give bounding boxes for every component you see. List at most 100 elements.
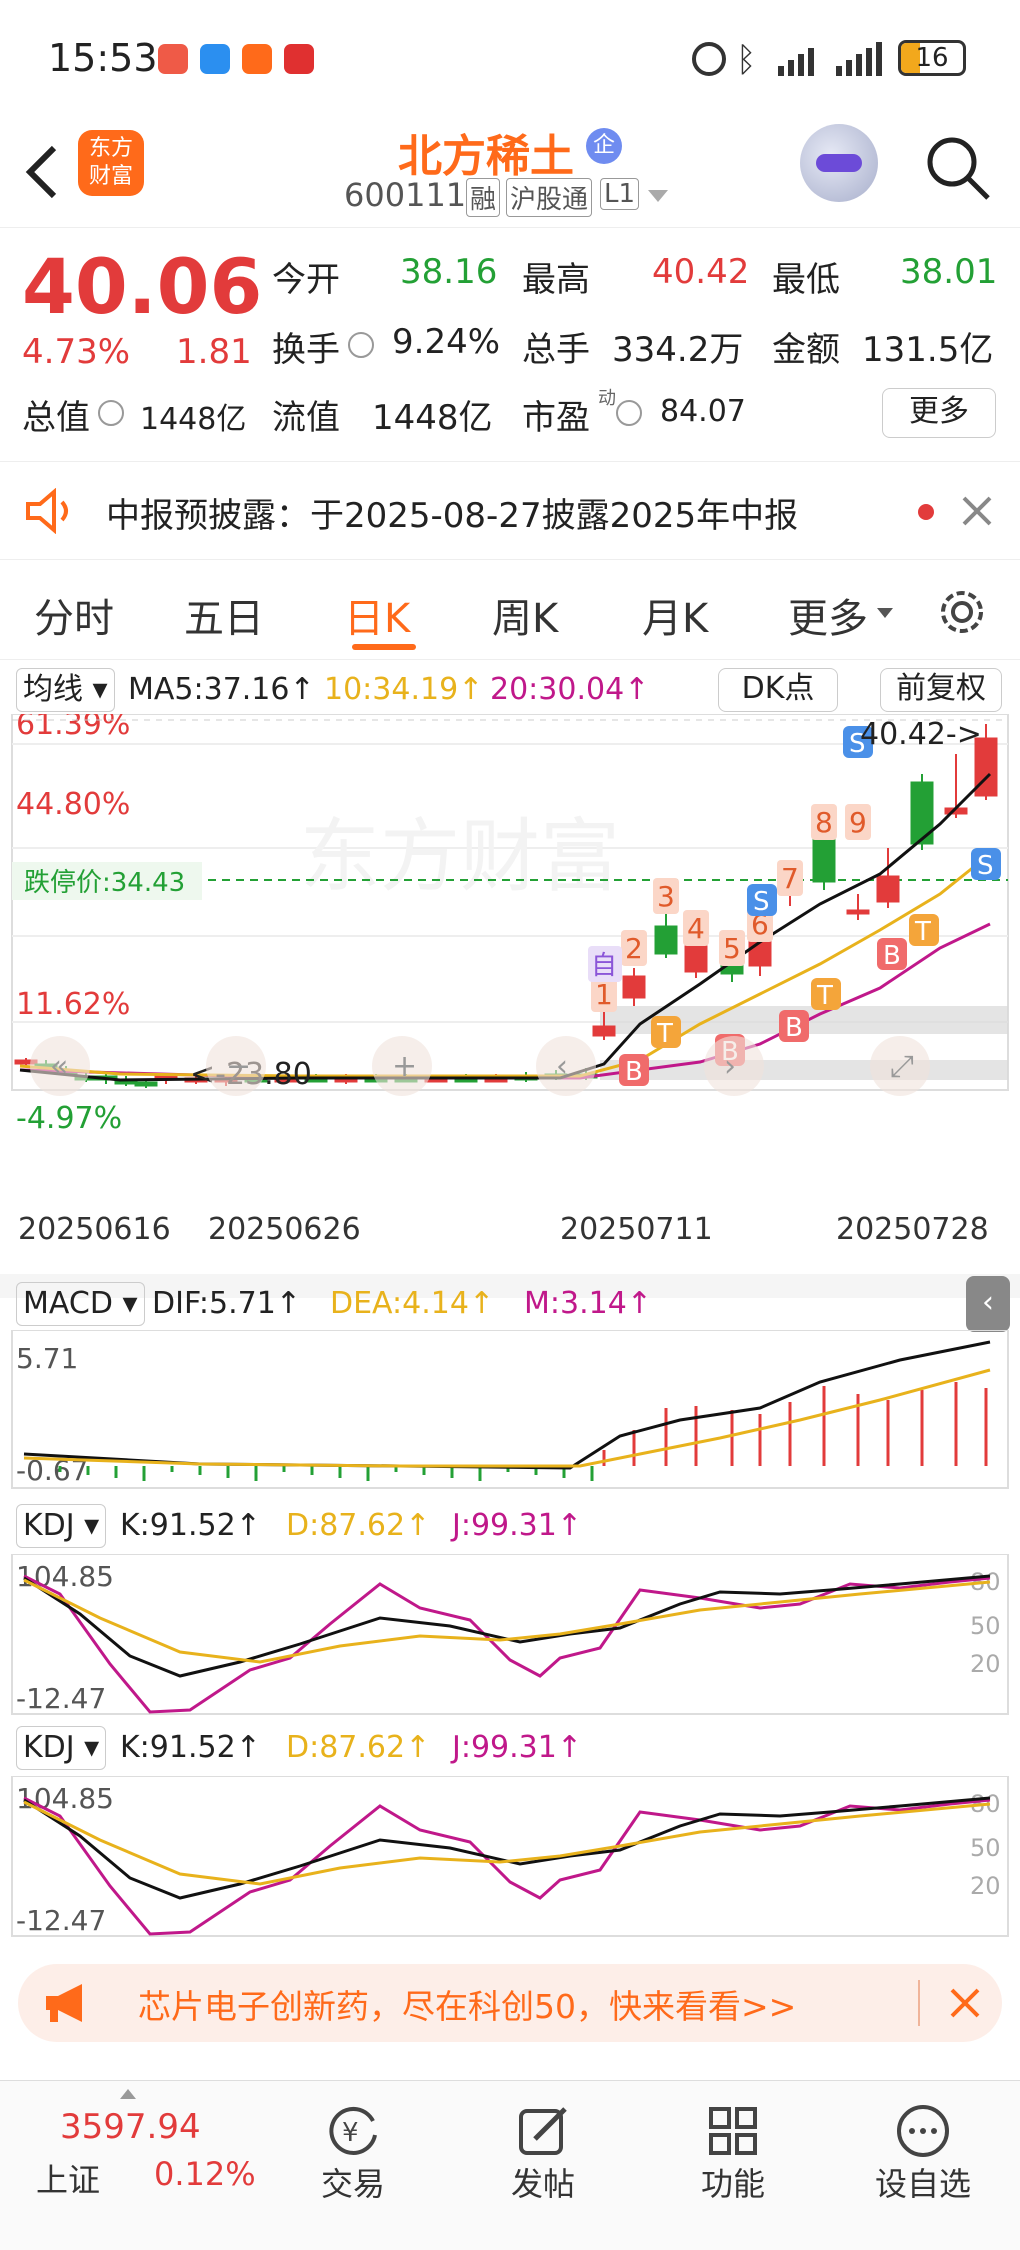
assistant-avatar[interactable] xyxy=(800,124,878,202)
y-axis-label: 11.62% xyxy=(16,987,130,1022)
macd-dea-line xyxy=(23,1368,991,1468)
date-label: 20250626 xyxy=(208,1212,361,1247)
more-button[interactable]: 更多 xyxy=(882,388,996,438)
trade-icon: ¥ xyxy=(329,2106,377,2155)
signal-marker-text: S xyxy=(753,887,770,917)
volume-value: 334.2万 xyxy=(612,330,744,370)
info-icon[interactable] xyxy=(98,400,124,426)
ma-selector[interactable]: 均线 ▾ xyxy=(16,668,115,712)
nav-add-watchlist[interactable]: 设自选 xyxy=(858,2089,988,2205)
kdj-chart[interactable]: 104.85-12.47805020 xyxy=(0,1776,1020,1940)
float-value: 1448亿 xyxy=(372,398,493,438)
status-bar: 15:53 ᛒ 16 xyxy=(0,0,1020,120)
index-name[interactable]: 上证 xyxy=(36,2155,100,2201)
dk-point-button[interactable]: DK点 xyxy=(718,668,838,712)
unread-dot xyxy=(918,504,934,520)
signal-marker-text: B xyxy=(883,941,901,971)
kdj-frame xyxy=(11,1776,1009,1937)
nav-functions[interactable]: 功能 xyxy=(668,2089,798,2205)
enterprise-badge: 企 xyxy=(586,128,622,164)
tab-daily-k[interactable]: 日K xyxy=(344,586,410,644)
macd-chart[interactable]: 5.71-0.67 xyxy=(0,1330,1020,1490)
zoom-control-icon: ‹ xyxy=(556,1049,568,1084)
signal-number: 4 xyxy=(687,912,705,945)
grid-icon xyxy=(709,2107,757,2155)
nav-trade[interactable]: ¥ 交易 xyxy=(288,2089,418,2205)
date-label: 20250616 xyxy=(18,1212,171,1247)
turnover-value: 9.24% xyxy=(392,322,501,362)
info-icon[interactable] xyxy=(616,400,642,426)
high-label: 最高 xyxy=(522,260,590,300)
stock-code: 600111 xyxy=(344,176,467,214)
tag-connect: 沪股通 xyxy=(506,178,593,217)
tab-more[interactable]: 更多 xyxy=(788,586,868,644)
close-icon[interactable] xyxy=(948,1986,982,2020)
zoom-control-icon: › xyxy=(724,1049,736,1084)
candle-body xyxy=(684,945,708,973)
signal-marker-text: S xyxy=(977,851,994,881)
candle-body xyxy=(654,925,678,955)
kdj-selector[interactable]: KDJ ▾ xyxy=(16,1504,107,1548)
candle-body xyxy=(876,875,900,903)
kdj-ref-label: 20 xyxy=(970,1650,1001,1678)
kdj-ref-label: 20 xyxy=(970,1872,1001,1900)
notification-icon xyxy=(158,44,188,74)
gear-icon[interactable] xyxy=(936,586,988,638)
pe-dynamic-tag: 动 xyxy=(598,388,616,409)
alarm-icon xyxy=(692,42,726,76)
bluetooth-icon: ᛒ xyxy=(736,40,757,80)
tab-weekly-k[interactable]: 周K xyxy=(492,586,558,644)
adjust-button[interactable]: 前复权 xyxy=(880,668,1002,712)
high-value: 40.42 xyxy=(652,252,750,292)
kdj-chart[interactable]: 104.85-12.47805020 xyxy=(0,1554,1020,1718)
collapse-panel-button[interactable]: ‹ xyxy=(966,1276,1010,1332)
kdj-k-line xyxy=(23,1574,991,1678)
message-icon xyxy=(200,44,230,74)
volume-label: 总手 xyxy=(522,330,590,370)
y-axis-label: 61.39% xyxy=(16,714,130,742)
notice-bar[interactable]: 中报预披露：于2025-08-27披露2025年中报 xyxy=(0,462,1020,560)
tab-intraday[interactable]: 分时 xyxy=(34,586,114,644)
tab-monthly-k[interactable]: 月K xyxy=(642,586,708,644)
macd-top-label: 5.71 xyxy=(16,1342,78,1375)
high-marker: 40.42-> xyxy=(860,717,982,752)
edit-icon xyxy=(519,2107,567,2155)
signal-number: 1 xyxy=(595,978,613,1011)
macd-m: M:3.14↑ xyxy=(524,1286,652,1321)
kdj-selector[interactable]: KDJ ▾ xyxy=(16,1726,107,1770)
kline-chart[interactable]: 东方财富61.39%44.80%28.21%11.62%-4.97%跌停价:34… xyxy=(0,714,1020,1144)
index-value[interactable]: 3597.94 xyxy=(60,2107,201,2147)
macd-dif: DIF:5.71↑ xyxy=(152,1286,301,1321)
back-icon[interactable] xyxy=(22,142,62,202)
open-value: 38.16 xyxy=(400,252,498,292)
search-icon[interactable] xyxy=(922,132,994,204)
y-axis-label: 44.80% xyxy=(16,787,130,822)
signal-marker-text: B xyxy=(625,1057,643,1087)
tab-five-day[interactable]: 五日 xyxy=(184,586,264,644)
chevron-down-icon[interactable] xyxy=(646,186,670,206)
limit-down-label: 跌停价:34.43 xyxy=(24,868,185,898)
kdj-d: D:87.62↑ xyxy=(286,1730,431,1765)
chart-area: 均线 ▾ MA5:37.16↑ 10:34.19↑ 20:30.04↑ DK点 … xyxy=(0,660,1020,1940)
close-icon[interactable] xyxy=(960,494,994,528)
candle-body xyxy=(910,781,934,845)
promo-banner[interactable]: 芯片电子创新药，尽在科创50，快来看看>> xyxy=(18,1964,1002,2042)
pe-value: 84.07 xyxy=(660,394,746,429)
index-change[interactable]: 0.12% xyxy=(154,2155,256,2193)
signal-marker-text: T xyxy=(914,917,931,947)
macd-selector[interactable]: MACD ▾ xyxy=(16,1282,145,1326)
news-icon xyxy=(284,44,314,74)
candle-body xyxy=(812,833,836,883)
info-icon[interactable] xyxy=(348,332,374,358)
self-tag: 自 xyxy=(591,951,617,981)
candle-body xyxy=(622,975,646,999)
nav-post[interactable]: 发帖 xyxy=(478,2089,608,2205)
date-label: 20250728 xyxy=(836,1212,989,1247)
chevron-up-icon[interactable] xyxy=(118,2087,138,2101)
total-value-label: 总值 xyxy=(22,398,90,438)
zoom-control-icon: « xyxy=(50,1049,68,1084)
kdj-d: D:87.62↑ xyxy=(286,1508,431,1543)
float-value-label: 流值 xyxy=(272,398,340,438)
signal-number: 5 xyxy=(723,932,741,965)
signal-number: 2 xyxy=(625,932,643,965)
